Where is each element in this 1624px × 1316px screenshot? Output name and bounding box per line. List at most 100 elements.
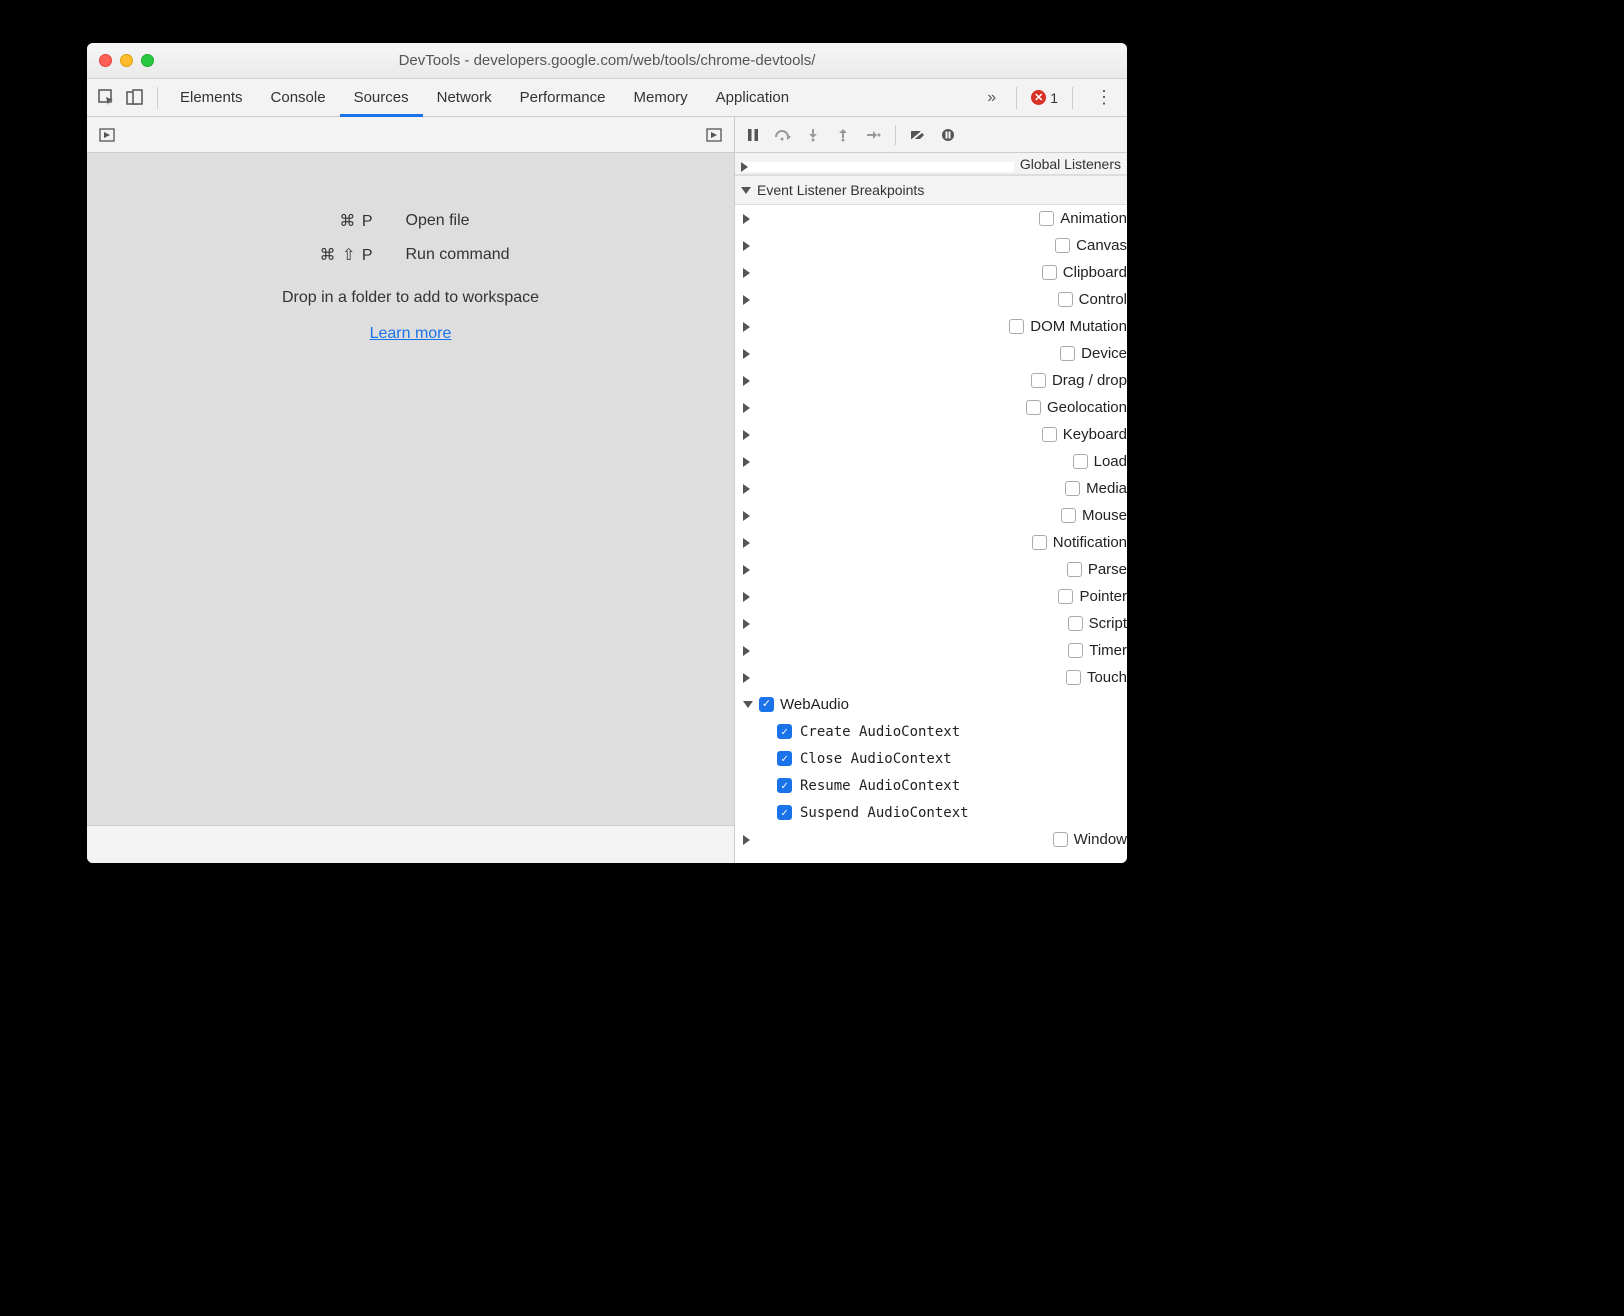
category-label: DOM Mutation (1030, 318, 1127, 335)
chevron-right-icon (741, 162, 1014, 172)
chevron-right-icon (743, 835, 1047, 845)
chevron-right-icon (743, 619, 1062, 629)
category-keyboard[interactable]: Keyboard (735, 421, 1127, 448)
category-control[interactable]: Control (735, 286, 1127, 313)
deactivate-breakpoints-icon[interactable] (908, 125, 928, 145)
sources-toolbar (87, 117, 734, 153)
checkbox[interactable] (1060, 346, 1075, 361)
tab-memory[interactable]: Memory (620, 79, 702, 117)
tab-sources[interactable]: Sources (340, 79, 423, 117)
checkbox[interactable] (1031, 373, 1046, 388)
category-parse[interactable]: Parse (735, 556, 1127, 583)
event-resume-audiocontext[interactable]: Resume AudioContext (735, 772, 1127, 799)
error-badge[interactable]: ✕ 1 (1031, 90, 1058, 106)
checkbox[interactable] (1068, 643, 1083, 658)
checkbox[interactable] (1039, 211, 1054, 226)
close-window-button[interactable] (99, 54, 112, 67)
checkbox[interactable] (1053, 832, 1068, 847)
chevron-right-icon (743, 295, 1052, 305)
learn-more-link[interactable]: Learn more (370, 325, 452, 343)
divider (895, 125, 896, 145)
tab-performance[interactable]: Performance (506, 79, 620, 117)
drop-hint: Drop in a folder to add to workspace (282, 289, 539, 307)
category-canvas[interactable]: Canvas (735, 232, 1127, 259)
pause-icon[interactable] (743, 125, 763, 145)
category-label: Drag / drop (1052, 372, 1127, 389)
checkbox[interactable] (1065, 481, 1080, 496)
chevron-right-icon (743, 484, 1059, 494)
category-window[interactable]: Window (735, 826, 1127, 853)
category-label: Keyboard (1063, 426, 1127, 443)
category-label: Device (1081, 345, 1127, 362)
step-into-icon[interactable] (803, 125, 823, 145)
checkbox[interactable] (1066, 670, 1081, 685)
category-notification[interactable]: Notification (735, 529, 1127, 556)
category-timer[interactable]: Timer (735, 637, 1127, 664)
checkbox[interactable] (777, 778, 792, 793)
category-touch[interactable]: Touch (735, 664, 1127, 691)
show-debugger-icon[interactable] (702, 123, 726, 147)
category-script[interactable]: Script (735, 610, 1127, 637)
event-close-audiocontext[interactable]: Close AudioContext (735, 745, 1127, 772)
tab-network[interactable]: Network (423, 79, 506, 117)
section-global-listeners[interactable]: Global Listeners (735, 153, 1127, 175)
checkbox[interactable] (1058, 589, 1073, 604)
tab-console[interactable]: Console (257, 79, 340, 117)
event-create-audiocontext[interactable]: Create AudioContext (735, 718, 1127, 745)
chevron-right-icon (743, 268, 1036, 278)
settings-menu-icon[interactable]: ⋮ (1087, 87, 1121, 108)
checkbox[interactable] (1042, 265, 1057, 280)
event-suspend-audiocontext[interactable]: Suspend AudioContext (735, 799, 1127, 826)
device-toolbar-icon[interactable] (121, 84, 149, 112)
checkbox[interactable] (1042, 427, 1057, 442)
checkbox[interactable] (1061, 508, 1076, 523)
checkbox[interactable] (1067, 562, 1082, 577)
event-label: Suspend AudioContext (800, 805, 969, 821)
checkbox[interactable] (1058, 292, 1073, 307)
pause-on-exceptions-icon[interactable] (938, 125, 958, 145)
section-label: Global Listeners (1020, 156, 1121, 172)
step-over-icon[interactable] (773, 125, 793, 145)
category-device[interactable]: Device (735, 340, 1127, 367)
show-navigator-icon[interactable] (95, 123, 119, 147)
sources-panel: ⌘ P Open file ⌘ ⇧ P Run command Drop in … (87, 117, 735, 863)
chevron-right-icon (743, 376, 1025, 386)
panel-body: ⌘ P Open file ⌘ ⇧ P Run command Drop in … (87, 117, 1127, 863)
checkbox[interactable] (777, 805, 792, 820)
more-tabs-icon[interactable]: » (981, 89, 1002, 107)
category-geolocation[interactable]: Geolocation (735, 394, 1127, 421)
category-drag-drop[interactable]: Drag / drop (735, 367, 1127, 394)
category-clipboard[interactable]: Clipboard (735, 259, 1127, 286)
tabs: ElementsConsoleSourcesNetworkPerformance… (166, 79, 803, 117)
checkbox[interactable] (777, 724, 792, 739)
category-load[interactable]: Load (735, 448, 1127, 475)
section-label: Event Listener Breakpoints (757, 182, 924, 198)
divider (1072, 87, 1073, 109)
minimize-window-button[interactable] (120, 54, 133, 67)
checkbox[interactable] (1073, 454, 1088, 469)
category-webaudio[interactable]: WebAudio (735, 691, 1127, 718)
inspect-element-icon[interactable] (93, 84, 121, 112)
section-event-listener-breakpoints[interactable]: Event Listener Breakpoints (735, 175, 1127, 205)
checkbox[interactable] (1009, 319, 1024, 334)
checkbox[interactable] (759, 697, 774, 712)
step-out-icon[interactable] (833, 125, 853, 145)
category-media[interactable]: Media (735, 475, 1127, 502)
category-label: Pointer (1079, 588, 1127, 605)
zoom-window-button[interactable] (141, 54, 154, 67)
category-dom-mutation[interactable]: DOM Mutation (735, 313, 1127, 340)
shortcut-keys: ⌘ ⇧ P (216, 245, 406, 265)
category-animation[interactable]: Animation (735, 205, 1127, 232)
chevron-right-icon (743, 646, 1062, 656)
checkbox[interactable] (1068, 616, 1083, 631)
sources-footer (87, 825, 734, 863)
tab-elements[interactable]: Elements (166, 79, 257, 117)
checkbox[interactable] (1055, 238, 1070, 253)
category-mouse[interactable]: Mouse (735, 502, 1127, 529)
checkbox[interactable] (1032, 535, 1047, 550)
checkbox[interactable] (1026, 400, 1041, 415)
category-pointer[interactable]: Pointer (735, 583, 1127, 610)
tab-application[interactable]: Application (702, 79, 803, 117)
checkbox[interactable] (777, 751, 792, 766)
step-icon[interactable] (863, 125, 883, 145)
